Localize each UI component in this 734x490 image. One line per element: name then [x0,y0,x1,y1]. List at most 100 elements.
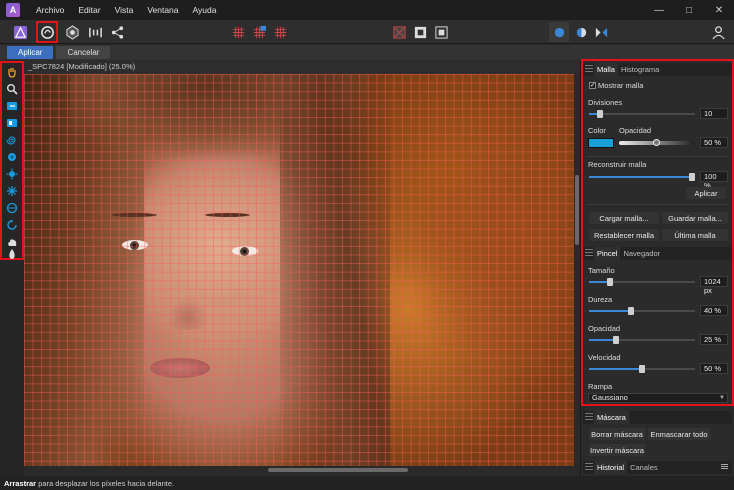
hardness-value[interactable]: 40 % [700,305,728,316]
reconstruct-tool-icon[interactable] [5,218,19,232]
tab-navegador[interactable]: Navegador [620,247,663,260]
user-icon[interactable] [708,22,728,42]
divisions-label: Divisiones [588,98,623,107]
menu-archivo[interactable]: Archivo [29,5,71,15]
menu-bar: A Archivo Editar Vista Ventana Ayuda — □… [0,0,734,20]
hardness-label: Dureza [588,295,613,304]
menu-editar[interactable]: Editar [71,5,107,15]
rebuild-label: Reconstruir malla [588,160,647,169]
tab-pincel[interactable]: Pincel [594,247,621,260]
horizontal-scroll-thumb[interactable] [268,468,408,472]
export-persona-icon[interactable] [107,22,127,42]
zoom-tool-icon[interactable] [5,82,19,96]
view-mirror-icon[interactable] [591,22,611,42]
ramp-select-value: Gaussiano [592,393,628,402]
show-mesh-checkbox[interactable]: ✓ [589,82,596,89]
punch-tool-icon[interactable] [5,167,19,181]
speed-slider[interactable] [589,365,695,373]
rebuild-apply-button[interactable]: Aplicar [686,187,726,199]
app-logo-icon: A [6,3,20,17]
opacity-value[interactable]: 50 % [700,137,728,148]
size-slider[interactable] [589,278,695,286]
divider [587,156,728,157]
brush-opacity-slider[interactable] [589,336,695,344]
turbulence-tool-icon[interactable] [5,184,19,198]
rebuild-slider[interactable] [589,173,695,181]
view-split-icon[interactable] [571,22,591,42]
grid-a-icon[interactable] [228,22,248,42]
apply-button[interactable]: Aplicar [7,46,54,59]
mesh-grid-overlay [24,74,574,466]
divisions-slider[interactable] [589,110,695,118]
tab-histograma[interactable]: Histograma [618,63,662,76]
close-icon[interactable]: ✕ [704,0,734,20]
status-text: para desplazar los píxeles hacia delante… [36,479,175,488]
mesh-clone-tool-icon[interactable] [5,201,19,215]
chevron-down-icon: ▼ [719,395,725,401]
mask-off-icon[interactable] [389,22,409,42]
size-label: Tamaño [588,266,615,275]
brush-opacity-value[interactable]: 25 % [700,334,728,345]
liquify-tools-group [0,61,24,260]
vertical-scroll-thumb[interactable] [575,175,579,245]
thaw-tool-icon[interactable] [5,249,19,259]
divider [587,204,728,205]
liquify-persona-icon[interactable] [36,21,58,43]
hardness-slider[interactable] [589,307,695,315]
cancel-button[interactable]: Cancelar [56,46,111,59]
load-mesh-button[interactable]: Cargar malla... [589,212,659,224]
pinch-tool-icon[interactable] [5,150,19,164]
invert-mask-button[interactable]: Invertir máscara [589,444,645,456]
push-left-tool-icon[interactable] [5,116,19,130]
document-tab[interactable]: _SPC7824 [Modificado] (25.0%) [24,60,580,74]
mesh-color-swatch[interactable] [588,138,614,148]
hand-tool-icon[interactable] [5,65,19,79]
minimize-icon[interactable]: — [644,0,674,20]
context-toolbar: Aplicar Cancelar [0,45,734,60]
brush-opacity-label: Opacidad [588,324,621,333]
tab-historial[interactable]: Historial [594,461,628,474]
rebuild-value[interactable]: 100 % [700,171,728,190]
panel-menu-icon[interactable] [721,464,728,470]
grid-b-icon[interactable] [249,22,269,42]
twirl-tool-icon[interactable] [5,133,19,147]
mask-all-button[interactable]: Enmascarar todo [648,428,710,440]
brush-tab-row: Pincel Navegador [583,247,732,260]
ramp-select[interactable]: Gaussiano ▼ [588,393,728,403]
menu-ayuda[interactable]: Ayuda [186,5,224,15]
panel-grip-icon[interactable] [585,463,593,472]
tab-mascara[interactable]: Máscara [594,411,629,424]
grid-c-icon[interactable] [270,22,290,42]
panel-grip-icon[interactable] [585,413,593,422]
opacity-slider[interactable] [619,139,695,146]
clear-mask-button[interactable]: Borrar máscara [589,428,645,440]
panel-grip-icon[interactable] [585,249,593,258]
mask-invert-icon[interactable] [431,22,451,42]
mask-tab-row: Máscara [583,411,732,424]
push-forward-tool-icon[interactable] [5,99,19,113]
view-full-icon[interactable] [549,22,569,42]
save-mesh-button[interactable]: Guardar malla... [662,212,728,224]
freeze-tool-icon[interactable] [5,235,19,249]
opacity-knob[interactable] [653,139,660,146]
develop-persona-icon[interactable] [62,22,82,42]
menu-ventana[interactable]: Ventana [140,5,185,15]
mask-on-icon[interactable] [410,22,430,42]
persona-photo-icon[interactable] [10,22,30,42]
status-action: Arrastrar [4,479,37,488]
divisions-value[interactable]: 10 [700,108,728,119]
show-mesh-label: Mostrar malla [598,81,644,90]
panel-grip-icon[interactable] [585,65,593,74]
tone-mapping-icon[interactable] [85,22,105,42]
last-mesh-button[interactable]: Última malla [662,229,728,241]
speed-label: Velocidad [588,353,621,362]
tab-malla[interactable]: Malla [594,63,618,76]
maximize-icon[interactable]: □ [674,0,704,20]
opacity-label: Opacidad [619,126,652,135]
size-value[interactable]: 1024 px [700,276,728,295]
menu-vista[interactable]: Vista [108,5,141,15]
status-bar: Arrastrar para desplazar los píxeles hac… [0,476,734,490]
tab-canales[interactable]: Canales [627,461,661,474]
reset-mesh-button[interactable]: Restablecer malla [589,229,659,241]
speed-value[interactable]: 50 % [700,363,728,374]
